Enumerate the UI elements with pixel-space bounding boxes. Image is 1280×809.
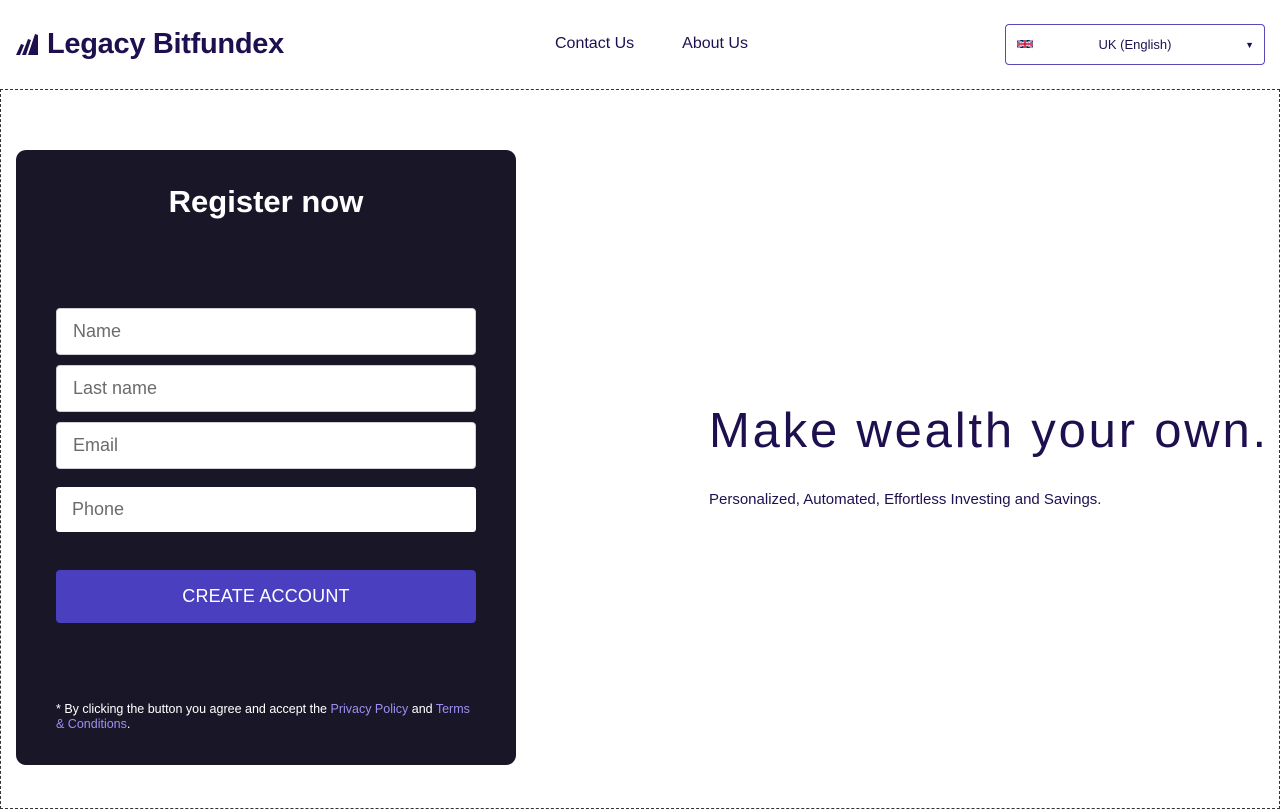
name-input[interactable] xyxy=(56,308,476,355)
language-select[interactable]: UK (English) ▼ xyxy=(1005,24,1265,65)
privacy-policy-link[interactable]: Privacy Policy xyxy=(330,702,408,716)
last-name-input[interactable] xyxy=(56,365,476,412)
chevron-down-icon: ▼ xyxy=(1245,40,1254,50)
email-input[interactable] xyxy=(56,422,476,469)
brand-logo-icon xyxy=(16,34,38,55)
terms-notice: * By clicking the button you agree and a… xyxy=(56,702,481,732)
brand-logo[interactable]: Legacy Bitfundex xyxy=(14,26,284,62)
phone-input[interactable] xyxy=(56,487,476,532)
terms-and: and xyxy=(408,702,436,716)
register-title: Register now xyxy=(168,184,364,219)
site-header: Legacy Bitfundex Contact Us About Us UK … xyxy=(0,0,1280,89)
language-select-value: UK (English) xyxy=(1098,37,1172,52)
nav-contact-us[interactable]: Contact Us xyxy=(555,33,634,55)
register-card: Register now CREATE ACCOUNT * By clickin… xyxy=(16,150,516,765)
create-account-button[interactable]: CREATE ACCOUNT xyxy=(56,570,476,623)
terms-suffix: . xyxy=(126,717,131,731)
hero-subheadline: Personalized, Automated, Effortless Inve… xyxy=(709,491,1102,508)
nav-about-us[interactable]: About Us xyxy=(682,33,748,55)
brand-name: Legacy Bitfundex xyxy=(47,28,284,60)
main-nav: Contact Us About Us xyxy=(555,33,748,55)
hero-headline: Make wealth your own. xyxy=(709,404,1269,458)
terms-prefix: * By clicking the button you agree and a… xyxy=(56,702,331,716)
